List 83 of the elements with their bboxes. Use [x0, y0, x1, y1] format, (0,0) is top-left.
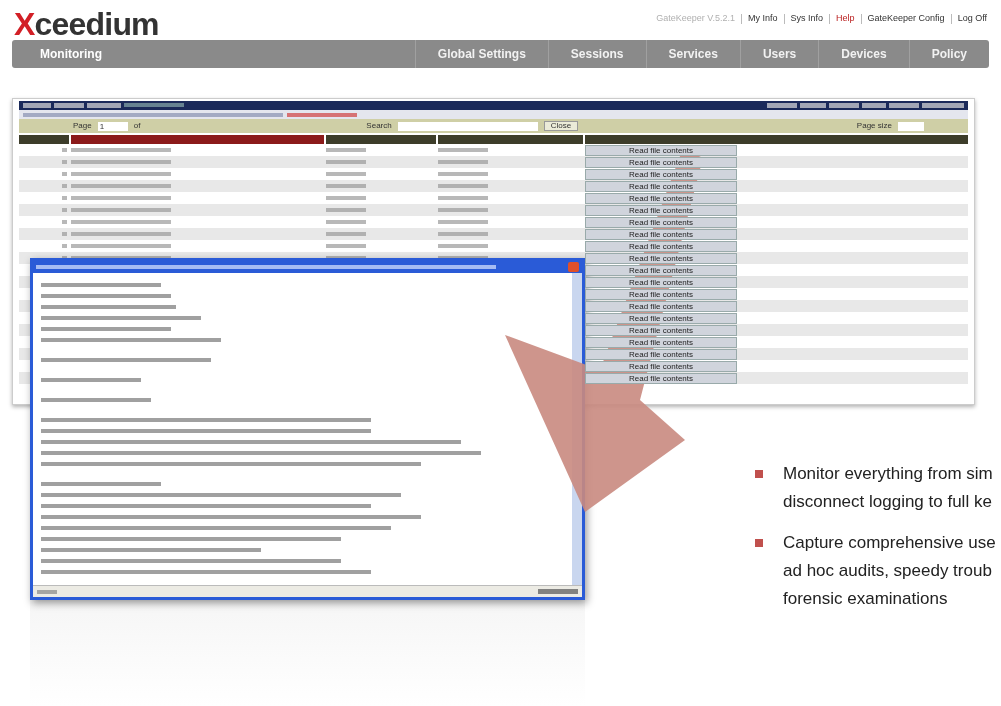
read-file-button[interactable]: Read file contents [585, 168, 737, 180]
page-size-field[interactable] [898, 121, 924, 131]
page-size-label: Page size [856, 120, 892, 132]
blurred-text-drawing [62, 220, 67, 224]
blurred-text-drawing [922, 103, 964, 108]
bullet-text: forensic examinations [783, 588, 949, 609]
read-file-button[interactable]: Read file contents [585, 228, 737, 240]
blurred-text-drawing [438, 208, 488, 212]
blurred-text-drawing [62, 160, 67, 164]
page-field[interactable]: 1 [97, 121, 128, 131]
blurred-text-drawing [889, 103, 919, 108]
blurred-text-drawing [438, 244, 488, 248]
blurred-text-drawing [124, 103, 184, 107]
blurred-text-drawing [326, 244, 366, 248]
header-link[interactable]: Help [836, 12, 855, 26]
blurred-text-drawing [62, 196, 67, 200]
blurred-text-drawing [326, 148, 366, 152]
blurred-text-drawing [438, 196, 488, 200]
read-file-button[interactable]: Read file contents [585, 300, 737, 312]
blurred-text-drawing [326, 172, 366, 176]
read-file-button[interactable]: Read file contents [585, 192, 737, 204]
bullet-text: Monitor everything from sim [783, 463, 993, 484]
bullet-text: ad hoc audits, speedy troub [783, 560, 993, 581]
read-file-button[interactable]: Read file contents [585, 264, 737, 276]
blurred-text-drawing [62, 172, 67, 176]
header-link[interactable]: My Info [748, 12, 778, 26]
blurred-text-drawing [438, 160, 488, 164]
header-link[interactable]: Sys Info [790, 12, 824, 26]
blurred-text-drawing [87, 103, 121, 108]
bullet-icon [755, 539, 763, 547]
blurred-text-drawing [62, 184, 67, 188]
read-file-button[interactable]: Read file contents [585, 372, 737, 384]
read-file-button[interactable]: Read file contents [585, 216, 737, 228]
bullet-text: disconnect logging to full ke [783, 491, 993, 512]
blurred-text-drawing [326, 196, 366, 200]
bullet-text: Capture comprehensive use [783, 532, 996, 553]
read-file-button[interactable]: Read file contents [585, 204, 737, 216]
column-header [19, 135, 69, 144]
blurred-text-drawing [326, 220, 366, 224]
blurred-text-drawing [326, 232, 366, 236]
close-button[interactable]: Close [543, 121, 579, 131]
read-file-button[interactable]: Read file contents [585, 312, 737, 324]
blurred-text-drawing [767, 103, 797, 108]
read-file-button[interactable]: Read file contents [585, 144, 737, 156]
read-file-button[interactable]: Read file contents [585, 156, 737, 168]
blurred-text-drawing [23, 103, 51, 108]
blurred-text-drawing [438, 220, 488, 224]
blurred-text-drawing [62, 232, 67, 236]
read-file-button[interactable]: Read file contents [585, 180, 737, 192]
blurred-text-drawing [287, 112, 357, 117]
bullet-icon [755, 470, 763, 478]
read-file-button[interactable]: Read file contents [585, 360, 737, 372]
blurred-text-drawing [862, 103, 886, 108]
page-label: Page [73, 120, 92, 132]
logo: Xceedium [14, 8, 159, 40]
blurred-text-drawing [438, 232, 488, 236]
blurred-text-drawing [438, 148, 488, 152]
header-link[interactable]: Log Off [957, 12, 987, 26]
blurred-text-drawing [326, 208, 366, 212]
read-file-button[interactable]: Read file contents [585, 288, 737, 300]
blurred-text-drawing [438, 184, 488, 188]
read-file-button[interactable]: Read file contents [585, 348, 737, 360]
blurred-text-drawing [800, 103, 826, 108]
blurred-text-drawing [829, 103, 859, 108]
blurred-text-drawing [62, 244, 67, 248]
close-icon[interactable] [568, 262, 579, 272]
read-file-button[interactable]: Read file contents [585, 336, 737, 348]
search-field[interactable] [397, 121, 538, 131]
page-count-label: of [133, 120, 141, 132]
read-file-button[interactable]: Read file contents [585, 252, 737, 264]
search-label: Search [366, 120, 392, 132]
blurred-text-drawing [326, 160, 366, 164]
blurred-text-drawing [37, 589, 57, 594]
blurred-text-drawing [538, 589, 578, 594]
blurred-text-drawing [438, 172, 488, 176]
read-file-button[interactable]: Read file contents [585, 324, 737, 336]
blurred-text-drawing [62, 148, 67, 152]
read-file-button[interactable]: Read file contents [585, 240, 737, 252]
blurred-text-drawing [54, 103, 84, 108]
blurred-text-drawing [62, 208, 67, 212]
blurred-text-drawing [326, 184, 366, 188]
read-file-button[interactable]: Read file contents [585, 276, 737, 288]
header-link[interactable]: GateKeeper Config [867, 12, 945, 26]
